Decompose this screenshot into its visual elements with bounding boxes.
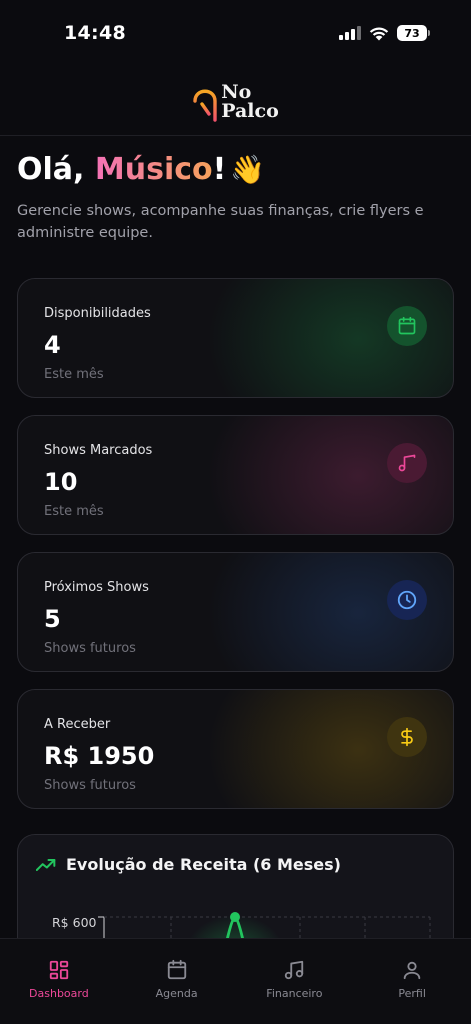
greeting-suffix: ! bbox=[212, 152, 227, 187]
nav-label: Agenda bbox=[155, 987, 198, 1000]
nav-label: Perfil bbox=[398, 987, 426, 1000]
status-bar: 14:48 73 bbox=[0, 0, 471, 68]
chart-title: Evolução de Receita (6 Meses) bbox=[36, 855, 341, 874]
logo-line-2: Palco bbox=[221, 99, 279, 122]
bottom-nav: Dashboard Agenda Financeiro Perfil bbox=[0, 938, 471, 1024]
signal-icon bbox=[339, 26, 361, 40]
stat-card-availability[interactable]: Disponibilidades 4 Este mês bbox=[17, 278, 454, 398]
nav-item-dashboard[interactable]: Dashboard bbox=[9, 959, 109, 1024]
card-label: Shows Marcados bbox=[44, 443, 153, 458]
logo-line-1: No bbox=[221, 80, 252, 103]
app-logo[interactable]: No Palco bbox=[192, 82, 279, 122]
nav-item-financeiro[interactable]: Financeiro bbox=[244, 959, 344, 1024]
calendar-icon bbox=[167, 959, 186, 980]
card-label: A Receber bbox=[44, 717, 111, 732]
wave-emoji-icon: 👋 bbox=[230, 153, 266, 186]
status-time: 14:48 bbox=[64, 22, 126, 44]
dashboard-icon bbox=[49, 960, 69, 980]
card-note: Este mês bbox=[44, 504, 104, 519]
page-subtitle: Gerencie shows, acompanhe suas finanças,… bbox=[17, 203, 424, 241]
stat-card-upcoming-shows[interactable]: Próximos Shows 5 Shows futuros bbox=[17, 552, 454, 672]
trending-up-icon bbox=[36, 858, 56, 871]
card-value: 4 bbox=[44, 331, 61, 359]
music-note-icon bbox=[387, 443, 427, 483]
logo-wordmark: No Palco bbox=[221, 80, 279, 122]
card-note: Shows futuros bbox=[44, 641, 136, 656]
nav-item-agenda[interactable]: Agenda bbox=[127, 959, 227, 1024]
greeting-prefix: Olá, bbox=[17, 152, 95, 187]
nav-label: Dashboard bbox=[29, 987, 89, 1000]
music-icon bbox=[285, 960, 304, 980]
card-label: Próximos Shows bbox=[44, 580, 149, 595]
card-value: 5 bbox=[44, 605, 61, 633]
card-value: R$ 1950 bbox=[44, 742, 155, 770]
greeting-name: Músico bbox=[94, 152, 213, 187]
dollar-icon bbox=[387, 717, 427, 757]
clock-icon bbox=[387, 580, 427, 620]
battery-indicator: 73 bbox=[397, 25, 430, 41]
battery-level: 73 bbox=[404, 26, 420, 40]
nav-label: Financeiro bbox=[266, 987, 323, 1000]
card-label: Disponibilidades bbox=[44, 306, 151, 321]
chart-title-text: Evolução de Receita (6 Meses) bbox=[66, 855, 341, 874]
card-note: Este mês bbox=[44, 367, 104, 382]
page-title: Olá, Músico ! 👋 bbox=[17, 152, 265, 187]
card-note: Shows futuros bbox=[44, 778, 136, 793]
y-tick-label: R$ 600 bbox=[52, 915, 97, 930]
stat-card-booked-shows[interactable]: Shows Marcados 10 Este mês bbox=[17, 415, 454, 535]
logo-mark-icon bbox=[193, 89, 217, 122]
status-icons: 73 bbox=[339, 25, 430, 41]
data-point[interactable] bbox=[230, 912, 240, 922]
wifi-icon bbox=[369, 27, 389, 40]
nav-item-perfil[interactable]: Perfil bbox=[362, 959, 462, 1024]
app-header: No Palco bbox=[0, 68, 471, 136]
card-value: 10 bbox=[44, 468, 78, 496]
calendar-icon bbox=[387, 306, 427, 346]
user-icon bbox=[403, 961, 421, 980]
stat-card-receivable[interactable]: A Receber R$ 1950 Shows futuros bbox=[17, 689, 454, 809]
